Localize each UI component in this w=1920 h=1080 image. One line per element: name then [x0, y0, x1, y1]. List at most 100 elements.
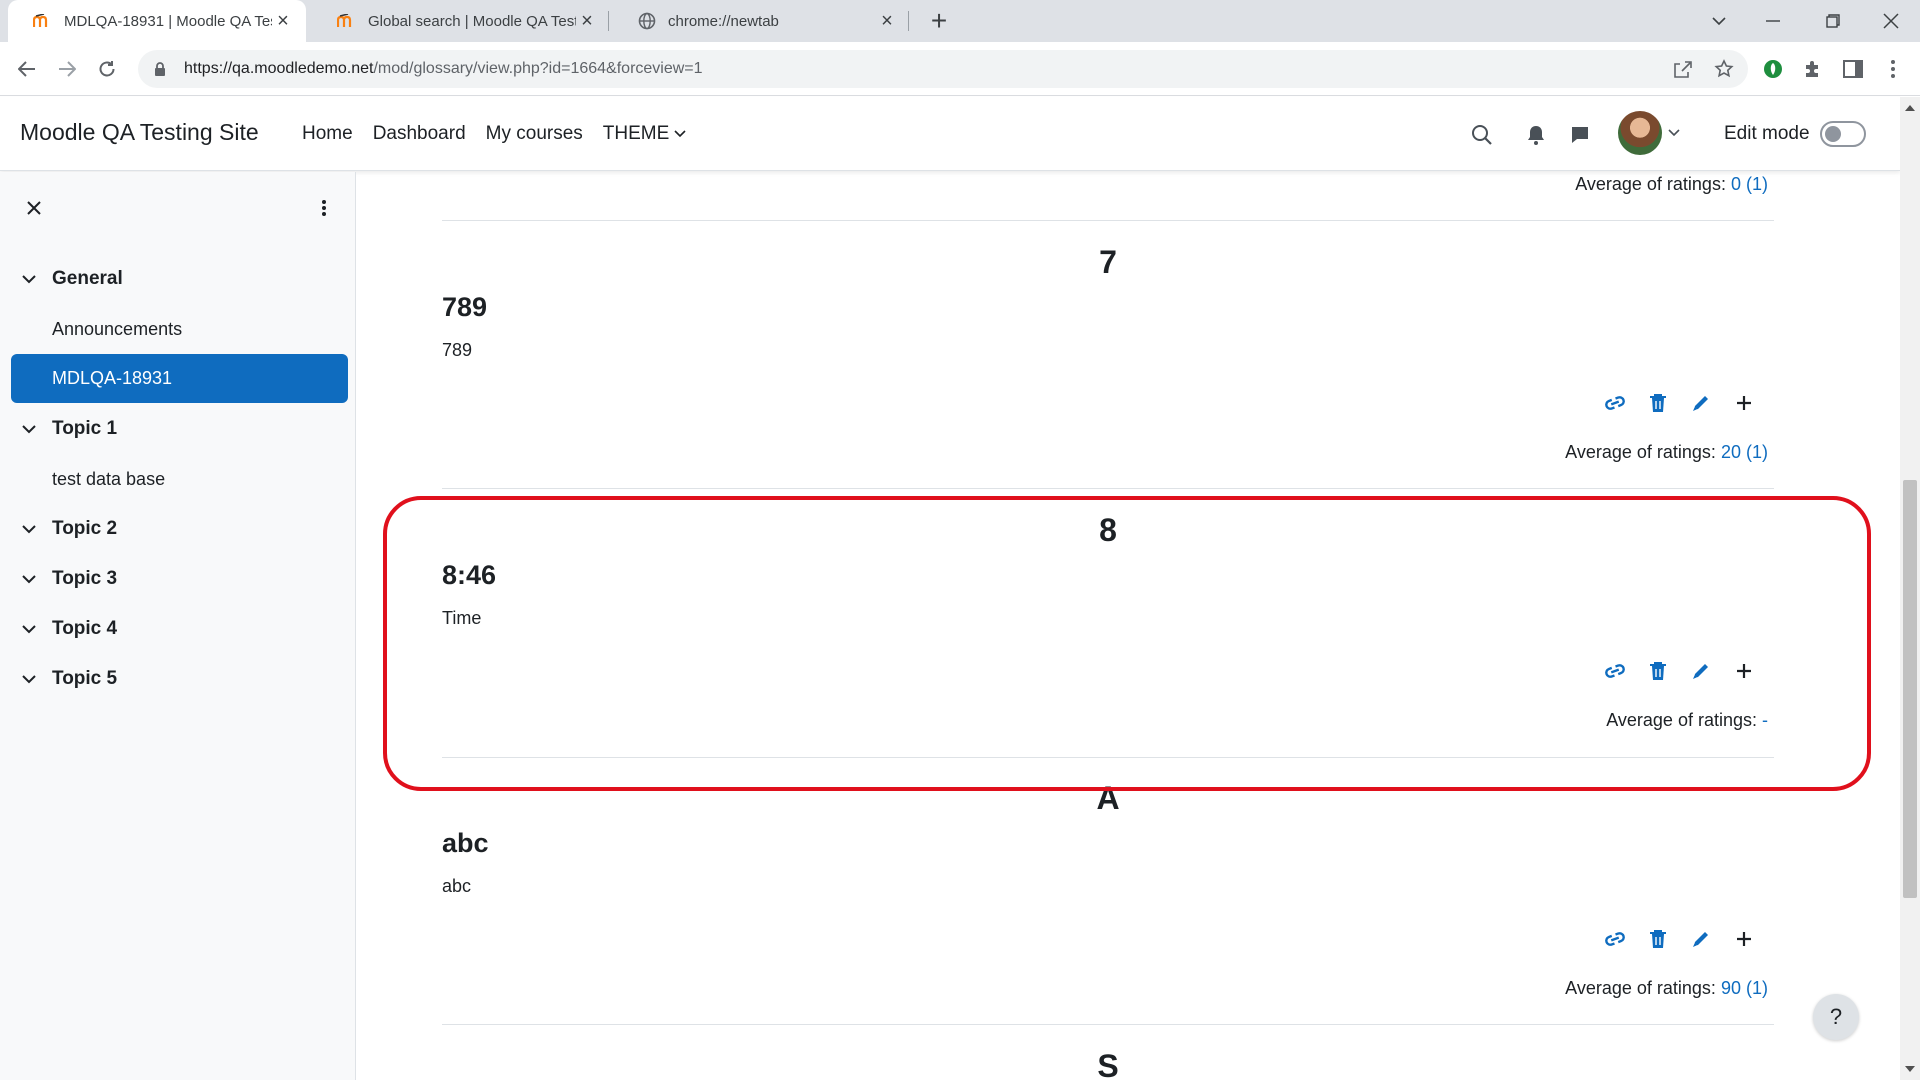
rating-count-link[interactable]: (1): [1746, 978, 1768, 998]
course-section-topic-4[interactable]: Topic 4: [22, 614, 117, 644]
trash-icon[interactable]: [1645, 658, 1671, 684]
tab-title: Global search | Moodle QA Testin: [368, 12, 576, 30]
rating-label: Average of ratings:: [1606, 710, 1757, 730]
reload-icon[interactable]: [92, 54, 122, 84]
browser-tab-active[interactable]: MDLQA-18931 | Moodle QA Testi ×: [8, 0, 306, 42]
course-section-topic-2[interactable]: Topic 2: [22, 514, 117, 544]
nav-dashboard[interactable]: Dashboard: [373, 123, 466, 145]
link-icon[interactable]: [1602, 658, 1628, 684]
lock-icon: [154, 61, 170, 77]
tab-close-icon[interactable]: ×: [272, 10, 294, 33]
close-icon[interactable]: [22, 196, 46, 220]
course-item-active[interactable]: MDLQA-18931: [11, 354, 348, 403]
chevron-down-icon[interactable]: [1668, 123, 1684, 143]
course-item-test-data-base[interactable]: test data base: [52, 464, 165, 494]
kebab-menu-icon[interactable]: [312, 196, 336, 220]
entry-definition: Time: [442, 608, 482, 628]
search-icon[interactable]: [1468, 121, 1496, 149]
rating-count-link[interactable]: (1): [1746, 174, 1768, 194]
edit-mode-toggle[interactable]: [1820, 121, 1866, 147]
address-bar[interactable]: https://qa.moodledemo.net/mod/glossary/v…: [138, 50, 1748, 88]
extension-shield-icon[interactable]: [1758, 54, 1788, 84]
section-title: Topic 3: [52, 568, 118, 589]
course-item-announcements[interactable]: Announcements: [52, 314, 182, 344]
messages-icon[interactable]: [1566, 121, 1594, 149]
rating-count-link[interactable]: (1): [1746, 442, 1768, 462]
scroll-up-arrow-icon[interactable]: [1900, 101, 1920, 115]
minimize-icon[interactable]: [1750, 0, 1796, 42]
scroll-down-arrow-icon[interactable]: [1900, 1062, 1920, 1076]
rating-value: -: [1762, 710, 1768, 730]
add-icon[interactable]: [1731, 390, 1757, 416]
moodle-favicon-icon: [336, 12, 358, 30]
scrollbar-thumb[interactable]: [1903, 480, 1917, 898]
link-icon[interactable]: [1602, 926, 1628, 952]
side-panel-icon[interactable]: [1838, 54, 1868, 84]
rating-value-link[interactable]: 20: [1721, 442, 1741, 462]
forward-arrow-icon[interactable]: [52, 54, 82, 84]
course-section-topic-3[interactable]: Topic 3: [22, 564, 117, 594]
section-title: Topic 5: [52, 668, 118, 689]
trash-icon[interactable]: [1645, 926, 1671, 952]
page-scrollbar[interactable]: [1900, 97, 1920, 1080]
course-section-topic-5[interactable]: Topic 5: [22, 664, 117, 694]
tab-search-icon[interactable]: [1696, 0, 1742, 42]
nav-theme-label: THEME: [602, 123, 670, 144]
rating-value-link[interactable]: 0: [1731, 174, 1741, 194]
letter-heading: 8: [1099, 512, 1117, 548]
tab-separator: [908, 11, 909, 31]
rating-value-link[interactable]: 90: [1721, 978, 1741, 998]
chevron-down-icon[interactable]: [22, 674, 42, 684]
tab-title: chrome://newtab: [668, 12, 779, 30]
url-path: /mod/glossary/view.php?id=1664&forceview…: [373, 60, 703, 77]
chevron-down-icon[interactable]: [22, 524, 42, 534]
entry-concept: 8:46: [442, 560, 497, 590]
tab-separator: [608, 11, 609, 31]
browser-tab[interactable]: Global search | Moodle QA Testin ×: [312, 0, 610, 42]
primary-navigation: Home Dashboard My courses THEME: [302, 123, 686, 145]
rating-label: Average of ratings:: [1565, 978, 1716, 998]
edit-pencil-icon[interactable]: [1688, 390, 1714, 416]
add-icon[interactable]: [1731, 926, 1757, 952]
back-arrow-icon[interactable]: [12, 54, 42, 84]
course-section-topic-1[interactable]: Topic 1: [22, 414, 117, 444]
extensions-puzzle-icon[interactable]: [1798, 54, 1828, 84]
trash-icon[interactable]: [1645, 390, 1671, 416]
entry-divider: [442, 757, 1774, 758]
letter-heading: A: [1096, 780, 1120, 816]
nav-my-courses[interactable]: My courses: [486, 123, 583, 145]
site-name[interactable]: Moodle QA Testing Site: [20, 119, 259, 146]
entry-rating: Average of ratings: 90 (1): [1565, 978, 1768, 999]
restore-icon[interactable]: [1810, 0, 1856, 42]
chevron-down-icon[interactable]: [22, 624, 42, 634]
course-section-general[interactable]: General: [22, 264, 123, 294]
entry-divider: [442, 220, 1774, 221]
chevron-down-icon[interactable]: [22, 424, 42, 434]
tab-title: MDLQA-18931 | Moodle QA Testi: [64, 12, 272, 30]
entry-concept: 789: [442, 292, 488, 322]
entry-rating: Average of ratings: 20 (1): [1565, 442, 1768, 463]
share-icon[interactable]: [1670, 57, 1694, 81]
glossary-entries-region: Average of ratings: 0 (1) 7 789 789 Aver…: [357, 172, 1900, 1080]
browser-menu-icon[interactable]: [1878, 54, 1908, 84]
chevron-down-icon[interactable]: [22, 274, 42, 284]
browser-tab-strip: MDLQA-18931 | Moodle QA Testi × Global s…: [0, 0, 1920, 42]
nav-home[interactable]: Home: [302, 123, 353, 145]
nav-theme-dropdown[interactable]: THEME: [603, 123, 687, 145]
link-icon[interactable]: [1602, 390, 1628, 416]
edit-pencil-icon[interactable]: [1688, 658, 1714, 684]
tab-close-icon[interactable]: ×: [576, 10, 598, 33]
help-button[interactable]: ?: [1813, 994, 1859, 1040]
bookmark-star-icon[interactable]: [1712, 57, 1736, 81]
new-tab-button[interactable]: +: [922, 4, 956, 38]
notification-bell-icon[interactable]: [1522, 121, 1550, 149]
chevron-down-icon[interactable]: [22, 574, 42, 584]
browser-tab[interactable]: chrome://newtab ×: [612, 0, 910, 42]
add-icon[interactable]: [1731, 658, 1757, 684]
window-close-icon[interactable]: [1868, 0, 1914, 42]
user-avatar[interactable]: [1618, 111, 1662, 155]
edit-pencil-icon[interactable]: [1688, 926, 1714, 952]
entry-concept: abc: [442, 828, 489, 858]
entry-divider: [442, 1024, 1774, 1025]
tab-close-icon[interactable]: ×: [876, 10, 898, 33]
